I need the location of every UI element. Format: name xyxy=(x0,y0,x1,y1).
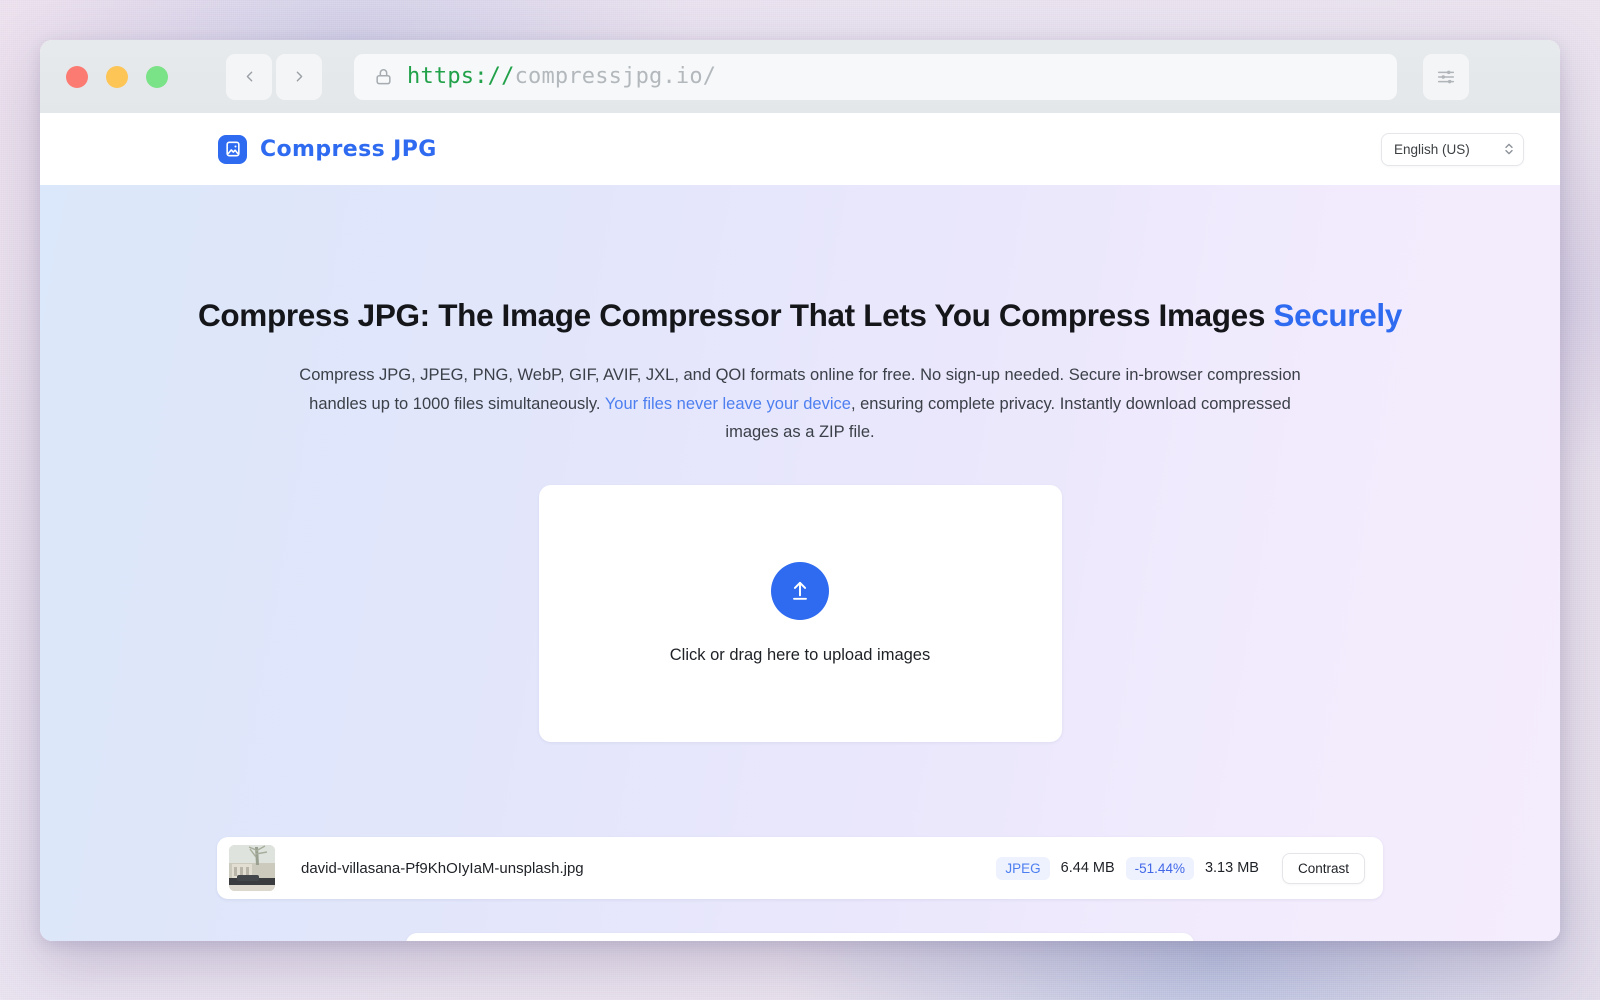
file-name: david-villasana-Pf9KhOIyIaM-unsplash.jpg xyxy=(301,859,584,877)
language-select[interactable]: English (US) xyxy=(1381,132,1524,166)
chevron-left-icon xyxy=(246,71,252,82)
image-thumbnail xyxy=(229,845,275,891)
chevron-up-down-icon xyxy=(1504,142,1514,156)
compressed-size: 3.13 MB xyxy=(1204,860,1259,876)
forward-button[interactable] xyxy=(276,53,322,100)
upload-dropzone[interactable]: Click or drag here to upload images xyxy=(538,484,1062,742)
brand-logo[interactable]: Compress JPG xyxy=(76,134,437,164)
upload-arrow-icon xyxy=(771,561,829,620)
reduction-badge: -51.44% xyxy=(1125,856,1194,880)
maximize-window-button[interactable] xyxy=(146,65,168,88)
browser-settings-button[interactable] xyxy=(1423,53,1469,100)
file-thumbnail xyxy=(229,845,275,891)
browser-window: https://compressjpg.io/ Compress JPG Eng xyxy=(40,40,1560,941)
original-size: 6.44 MB xyxy=(1060,860,1115,876)
page-title: Compress JPG: The Image Compressor That … xyxy=(40,297,1560,335)
back-button[interactable] xyxy=(226,53,272,100)
brand-name: Compress JPG xyxy=(260,136,437,162)
browser-toolbar: https://compressjpg.io/ xyxy=(40,40,1560,113)
status-bar: Total: 1, Pending: 0, Processing: 0, Com… xyxy=(406,933,1194,941)
window-traffic-lights xyxy=(66,65,168,88)
navigation-buttons xyxy=(226,53,322,100)
page-title-accent: Securely xyxy=(1273,297,1402,333)
address-bar[interactable]: https://compressjpg.io/ xyxy=(354,53,1397,100)
url-host: compressjpg.io/ xyxy=(514,64,717,89)
file-meta: JPEG 6.44 MB -51.44% 3.13 MB Contrast xyxy=(996,852,1365,884)
privacy-link[interactable]: Your files never leave your device xyxy=(605,395,851,413)
sliders-icon xyxy=(1437,70,1455,83)
chevron-right-icon xyxy=(296,71,302,82)
site-header: Compress JPG English (US) xyxy=(40,113,1560,185)
contrast-button[interactable]: Contrast xyxy=(1281,852,1365,884)
minimize-window-button[interactable] xyxy=(106,65,128,88)
language-select-value: English (US) xyxy=(1394,141,1470,157)
url-scheme: https:// xyxy=(407,64,515,89)
upload-dropzone-label: Click or drag here to upload images xyxy=(669,645,931,664)
page-title-main: Compress JPG: The Image Compressor That … xyxy=(198,297,1274,333)
page-subtitle: Compress JPG, JPEG, PNG, WebP, GIF, AVIF… xyxy=(281,361,1319,447)
page-content: Compress JPG: The Image Compressor That … xyxy=(40,185,1560,941)
close-window-button[interactable] xyxy=(66,65,88,88)
lock-icon xyxy=(374,67,393,86)
image-icon xyxy=(218,134,247,164)
url-text: https://compressjpg.io/ xyxy=(407,64,716,89)
file-format-badge: JPEG xyxy=(996,856,1050,880)
file-row[interactable]: david-villasana-Pf9KhOIyIaM-unsplash.jpg… xyxy=(217,837,1383,899)
